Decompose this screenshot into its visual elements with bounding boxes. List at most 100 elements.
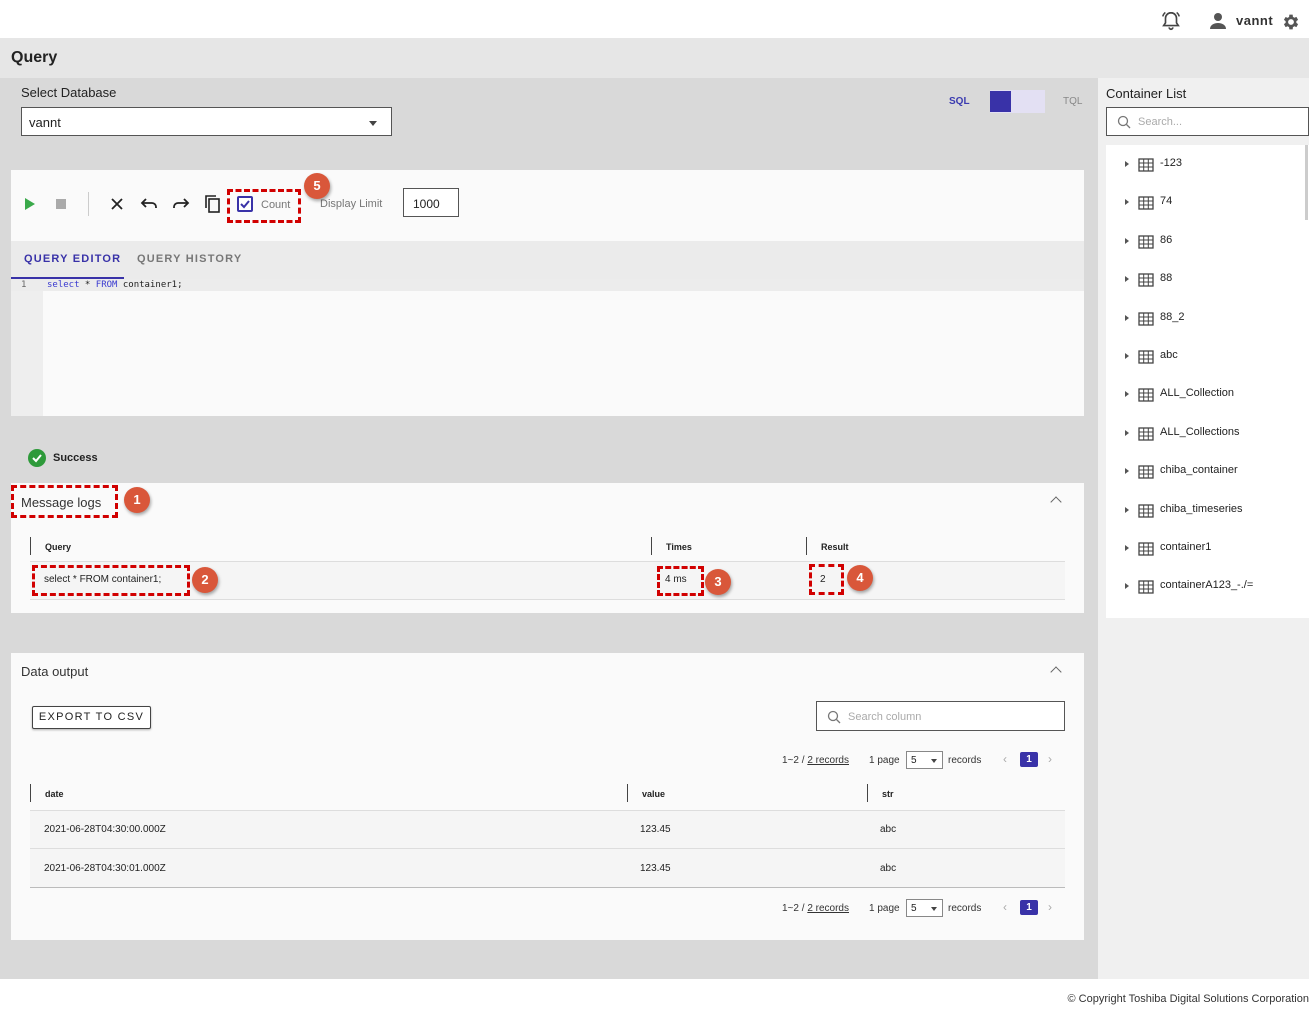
data-output-card (11, 653, 1084, 940)
column-divider (806, 537, 807, 555)
pagination-range: 1~2 / 2 records (782, 903, 849, 914)
export-csv-button[interactable]: EXPORT TO CSV (32, 706, 151, 729)
copyright-text: © Copyright Toshiba Digital Solutions Co… (1067, 993, 1309, 1005)
table-icon (1138, 503, 1154, 518)
stop-icon[interactable] (56, 199, 66, 209)
container-item[interactable]: ALL_Collections (1106, 424, 1306, 444)
expand-caret-icon[interactable] (1125, 353, 1129, 359)
table-divider (30, 599, 1065, 600)
pagination-range: 1~2 / 2 records (782, 755, 849, 766)
expand-caret-icon[interactable] (1125, 391, 1129, 398)
cell-value: 123.45 (640, 824, 671, 835)
page-size-select[interactable]: 5 (906, 899, 943, 917)
table-icon (1138, 235, 1154, 249)
container-item-label: -123 (1160, 157, 1183, 169)
col-header-str[interactable]: str (882, 789, 894, 799)
expand-caret-icon[interactable] (1125, 161, 1129, 167)
highlight-query (32, 565, 190, 596)
tab-query-history[interactable]: QUERY HISTORY (137, 253, 242, 265)
table-icon (1138, 580, 1154, 595)
display-limit-input[interactable]: 1000 (403, 188, 459, 217)
cell-date: 2021-06-28T04:30:01.000Z (44, 863, 166, 874)
expand-caret-icon[interactable] (1125, 314, 1129, 321)
prev-page-icon[interactable]: ‹ (1003, 752, 1007, 766)
play-icon[interactable] (25, 198, 35, 210)
table-row (30, 849, 1065, 887)
container-item[interactable]: containerA123_-./= (1106, 577, 1306, 597)
dropdown-arrow-icon (931, 759, 937, 763)
clear-icon[interactable] (106, 193, 128, 215)
records-label: records (948, 755, 982, 766)
col-header-times: Times (666, 542, 692, 552)
highlight-result (809, 564, 844, 595)
container-item[interactable]: 74 (1106, 193, 1306, 213)
sql-label: SQL (949, 96, 970, 107)
col-header-result: Result (821, 542, 849, 552)
code-token-rest: container1; (117, 280, 183, 290)
container-item-label: container1 (1160, 541, 1212, 553)
expand-caret-icon[interactable] (1125, 583, 1129, 590)
expand-caret-icon[interactable] (1125, 276, 1129, 283)
expand-caret-icon[interactable] (1125, 429, 1129, 436)
container-item-label: 88 (1160, 272, 1173, 285)
annotation-badge-3: 3 (705, 569, 731, 595)
current-page-button[interactable]: 1 (1020, 900, 1038, 915)
container-item[interactable]: 88 (1106, 270, 1306, 290)
container-item[interactable]: -123 (1106, 155, 1306, 175)
username[interactable]: vannt (1236, 13, 1273, 28)
code-token-star: * (79, 280, 96, 290)
undo-icon[interactable] (138, 193, 160, 215)
tab-query-editor[interactable]: QUERY EDITOR (24, 253, 121, 265)
next-page-icon[interactable]: › (1048, 900, 1052, 914)
container-item[interactable]: abc (1106, 347, 1306, 367)
records-link[interactable]: 2 records (807, 903, 849, 914)
table-icon (1138, 350, 1154, 364)
footer: © Copyright Toshiba Digital Solutions Co… (0, 979, 1309, 1017)
container-search-input[interactable]: Search... (1106, 107, 1309, 136)
container-item[interactable]: chiba_timeseries (1106, 501, 1306, 521)
container-item[interactable]: ALL_Collection (1106, 385, 1306, 405)
records-link[interactable]: 2 records (807, 755, 849, 766)
container-item-label: containerA123_-./= (1160, 579, 1254, 592)
container-item-label: ALL_Collection (1160, 387, 1234, 400)
table-row (30, 811, 1065, 848)
toolbar-divider (88, 192, 89, 216)
search-column-input[interactable]: Search column (816, 701, 1065, 731)
column-divider (867, 784, 868, 802)
expand-caret-icon[interactable] (1125, 199, 1129, 206)
container-list: -123 74 86 88 88_2abc ALL_Collection ALL_Colle… (1106, 145, 1309, 618)
page-label: 1 page (869, 755, 900, 766)
prev-page-icon[interactable]: ‹ (1003, 900, 1007, 914)
code-line[interactable]: select * FROM container1; (47, 280, 183, 290)
container-item[interactable]: 88_2 (1106, 309, 1306, 329)
page-size-select[interactable]: 5 (906, 751, 943, 769)
highlight-message-logs (11, 485, 118, 518)
expand-caret-icon[interactable] (1125, 468, 1129, 475)
container-item[interactable]: 86 (1106, 232, 1306, 252)
container-search-placeholder: Search... (1138, 116, 1183, 128)
next-page-icon[interactable]: › (1048, 752, 1052, 766)
container-item-label: 86 (1160, 233, 1173, 246)
database-select-value: vannt (29, 115, 61, 130)
code-keyword-from: FROM (95, 280, 118, 290)
success-check-icon (28, 449, 46, 467)
expand-caret-icon[interactable] (1125, 237, 1129, 244)
code-gutter (11, 279, 43, 416)
container-item[interactable]: container1 (1106, 539, 1306, 559)
col-header-date[interactable]: date (45, 789, 64, 799)
mode-toggle-knob[interactable] (990, 91, 1011, 112)
user-icon[interactable] (1210, 12, 1226, 30)
database-select[interactable]: vannt (21, 107, 392, 136)
copy-icon[interactable] (202, 193, 224, 215)
redo-icon[interactable] (170, 193, 192, 215)
gear-icon[interactable] (1281, 12, 1301, 32)
expand-caret-icon[interactable] (1125, 545, 1129, 551)
container-item[interactable]: chiba_container (1106, 462, 1306, 482)
current-page-button[interactable]: 1 (1020, 752, 1038, 767)
col-header-value[interactable]: value (642, 789, 665, 799)
expand-caret-icon[interactable] (1125, 506, 1129, 513)
container-item-label: abc (1160, 349, 1178, 361)
bell-icon[interactable] (1160, 10, 1182, 32)
container-list-scrollbar[interactable] (1305, 145, 1308, 220)
table-icon (1138, 158, 1154, 172)
